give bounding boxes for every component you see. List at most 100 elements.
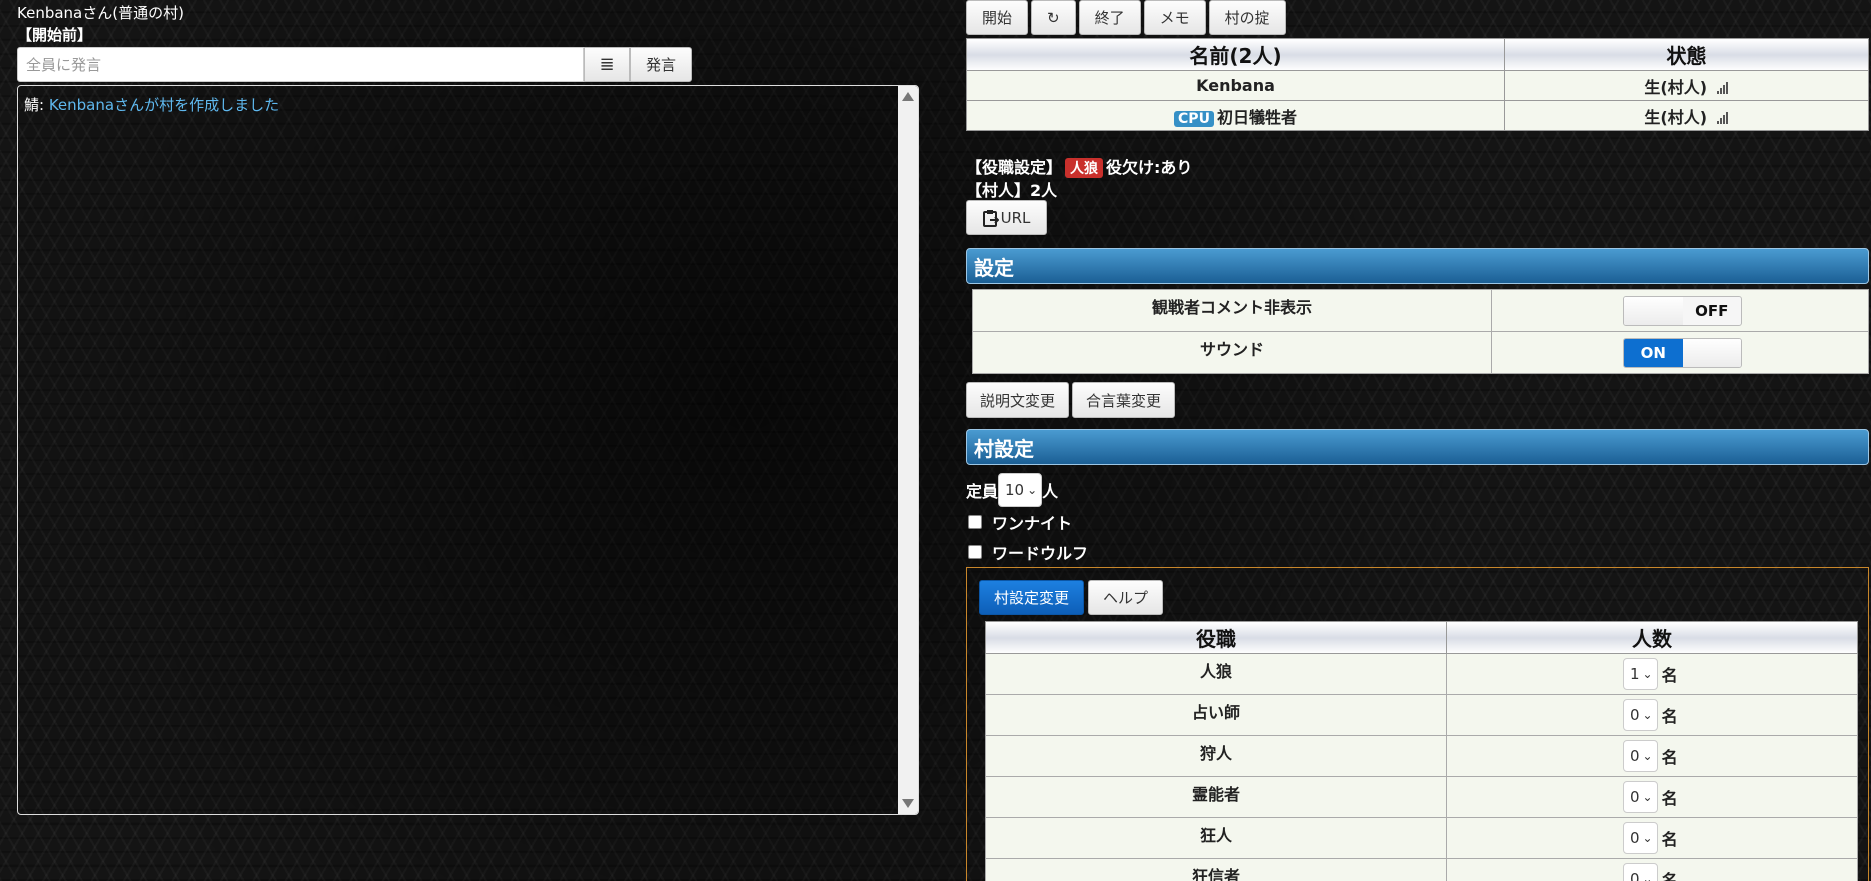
role-count-select[interactable]: 0 ⌄ [1623,822,1658,854]
clipboard-icon [982,209,999,227]
village-settings-header: 村設定 [966,429,1869,465]
role-count-select[interactable]: 0 ⌄ [1623,740,1658,772]
change-password-button[interactable]: 合言葉変更 [1072,382,1176,418]
scroll-up-arrow-icon[interactable] [902,92,914,101]
role-count-value: 1 [1630,665,1640,683]
table-row: サウンド ON [972,331,1869,374]
player-status: 生(村人) [1504,100,1869,131]
spectator-comment-toggle[interactable]: OFF [1623,295,1742,326]
log-speaker: 鯖: [24,96,49,114]
count-header: 人数 [1446,621,1858,654]
role-name: 占い師 [985,694,1447,736]
change-village-settings-button[interactable]: 村設定変更 [979,580,1085,615]
chat-panel: Kenbanaさん(普通の村) 【開始前】 ≣ 発言 鯖: Kenbanaさんが… [0,0,930,881]
list-icon: ≣ [599,54,615,75]
player-table: 名前(2人) 状態 Kenbana 生(村人) CPU 初日犠牲者 生(村人) [966,38,1869,131]
table-row[interactable]: Kenbana 生(村人) [966,70,1869,101]
table-row: 狩人 0 ⌄ 名 [985,735,1858,777]
signal-icon [1716,112,1728,124]
chat-log[interactable]: 鯖: Kenbanaさんが村を作成しました [17,85,919,815]
player-name: 初日犠牲者 [1216,107,1297,127]
chevron-down-icon: ⌄ [1642,708,1653,722]
role-count-cell: 0 ⌄ 名 [1446,694,1858,736]
chat-scrollbar[interactable] [898,86,918,814]
capacity-suffix: 人 [1042,481,1059,501]
role-count-value: 0 [1630,829,1640,847]
role-count-value: 0 [1630,870,1640,881]
chevron-down-icon: ⌄ [1027,482,1038,497]
table-row: 狂人 0 ⌄ 名 [985,817,1858,859]
rules-button[interactable]: 村の掟 [1208,0,1286,35]
speak-input[interactable] [17,47,584,82]
settings-table: 観戦者コメント非表示 OFF サウンド ON [972,289,1869,374]
unit-label: 名 [1661,789,1678,808]
change-description-button[interactable]: 説明文変更 [966,382,1070,418]
end-button[interactable]: 終了 [1078,0,1141,35]
player-name-header: 名前(2人) [966,38,1505,71]
top-toolbar: 開始 ↻ 終了 メモ 村の掟 [966,0,1286,35]
help-button[interactable]: ヘルプ [1088,580,1164,615]
player-status-text: 生(村人) [1644,107,1708,127]
word-wolf-option[interactable]: ワードウルフ [966,537,1088,567]
one-night-checkbox[interactable] [968,515,982,529]
role-config-line: 【役職設定】 人狼 役欠け:あり [966,154,1192,178]
one-night-option[interactable]: ワンナイト [966,507,1088,537]
role-count-value: 0 [1630,788,1640,806]
unit-label: 名 [1661,707,1678,726]
log-message: Kenbanaさんが村を作成しました [48,96,280,114]
capacity-select[interactable]: 10 ⌄ [998,472,1043,507]
phase-label: 【開始前】 [17,26,93,44]
table-row: 霊能者 0 ⌄ 名 [985,776,1858,818]
scroll-down-arrow-icon[interactable] [902,799,914,808]
chevron-down-icon: ⌄ [1642,790,1653,804]
roles-table: 役職 人数 人狼 1 ⌄ 名 占い師 0 ⌄ 名 狩人 0 ⌄ 名 霊能者 0 … [985,621,1858,881]
role-count-select[interactable]: 0 ⌄ [1623,781,1658,813]
chevron-down-icon: ⌄ [1642,831,1653,845]
toggle-knob [1682,338,1741,367]
copy-url-button[interactable]: URL [966,200,1047,235]
role-count-select[interactable]: 0 ⌄ [1623,699,1658,731]
setting-label: サウンド [972,331,1492,374]
unit-label: 名 [1661,830,1678,849]
unit-label: 名 [1661,748,1678,767]
role-count-cell: 0 ⌄ 名 [1446,817,1858,859]
setting-control: OFF [1491,289,1869,332]
player-status-text: 生(村人) [1644,77,1708,97]
cpu-badge: CPU [1174,110,1214,127]
capacity-value: 10 [1005,480,1025,499]
role-name: 狂人 [985,817,1447,859]
role-count-select[interactable]: 1 ⌄ [1623,658,1658,690]
signal-icon [1716,82,1728,94]
player-name-cell: CPU 初日犠牲者 [966,100,1505,131]
role-count-cell: 0 ⌄ 名 [1446,776,1858,818]
role-count-value: 0 [1630,747,1640,765]
copy-url-label: URL [1000,208,1031,227]
role-count-select[interactable]: 0 ⌄ [1623,863,1658,881]
role-name: 狩人 [985,735,1447,777]
role-config-prefix: 【役職設定】 [966,158,1063,177]
setting-control: ON [1491,331,1869,374]
chevron-down-icon: ⌄ [1642,667,1653,681]
toggle-state: OFF [1695,301,1729,320]
word-wolf-checkbox[interactable] [968,545,982,559]
sound-toggle[interactable]: ON [1623,337,1742,368]
table-row: 狂信者 0 ⌄ 名 [985,858,1858,881]
refresh-button[interactable]: ↻ [1031,0,1076,35]
one-night-label: ワンナイト [992,514,1073,533]
toggle-knob [1624,296,1683,325]
start-button[interactable]: 開始 [966,0,1029,35]
table-row[interactable]: CPU 初日犠牲者 生(村人) [966,100,1869,131]
table-row: 観戦者コメント非表示 OFF [972,289,1869,332]
log-entry: 鯖: Kenbanaさんが村を作成しました [24,94,279,115]
wolf-badge: 人狼 [1065,158,1104,178]
menu-button[interactable]: ≣ [584,47,630,82]
setting-label: 観戦者コメント非表示 [972,289,1492,332]
role-count-line: 【村人】2人 [966,181,1058,200]
refresh-icon: ↻ [1047,8,1060,27]
speak-button[interactable]: 発言 [630,47,692,82]
memo-button[interactable]: メモ [1143,0,1206,35]
table-row: 人狼 1 ⌄ 名 [985,653,1858,695]
roles-buttons: 村設定変更 ヘルプ [979,580,1164,615]
role-header: 役職 [985,621,1447,654]
role-config-suffix: 役欠け:あり [1106,158,1193,177]
